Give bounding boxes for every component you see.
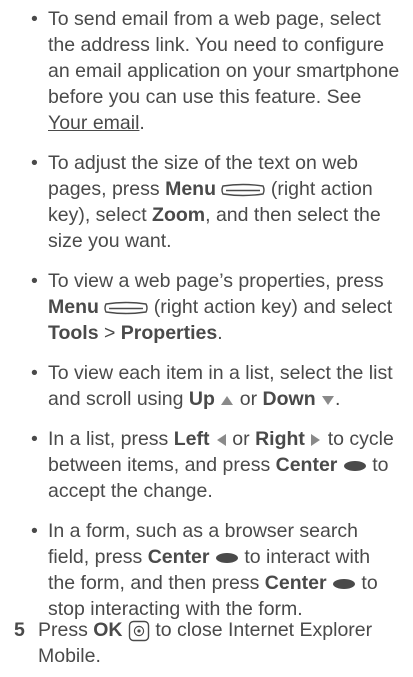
triangle-up-icon [221,395,234,405]
center-key-label: Center [275,454,338,476]
zoom-label: Zoom [152,204,206,226]
step-number: 5 [14,619,25,641]
center-key-label: Center [147,546,210,568]
properties-label: Properties [120,322,218,344]
triangle-right-icon [311,433,321,446]
triangle-left-icon [216,433,226,446]
tools-label: Tools [48,322,99,344]
tip-scroll-list: To view each item in a list, select the … [31,360,400,412]
menu-key-label: Menu [165,178,216,200]
left-key-label: Left [173,428,210,450]
up-key-label: Up [188,388,215,410]
tip-interact-form: In a form, such as a browser search fiel… [31,518,400,622]
right-action-key-icon [221,183,266,197]
right-action-key-icon [104,301,149,315]
triangle-down-icon [322,395,335,405]
center-key-label: Center [264,572,327,594]
tip-view-properties: To view a web page’s properties, press M… [31,268,400,346]
tips-list: To send email from a web page, select th… [0,0,413,622]
ok-key-icon [128,620,150,642]
tip-cycle-items: In a list, press Left or Right to cycle … [31,426,400,504]
step-5: 5 Press OK to close Internet Explorer Mo… [0,617,400,669]
down-key-label: Down [262,388,316,410]
tip-adjust-text-size: To adjust the size of the text on web pa… [31,150,400,254]
tip-send-email: To send email from a web page, select th… [31,6,400,136]
ok-key-label: OK [93,619,123,641]
center-key-icon [343,460,366,471]
right-key-label: Right [255,428,305,450]
center-key-icon [333,578,355,589]
your-email-link[interactable]: Your email [48,112,139,134]
center-key-icon [215,552,238,563]
step-5-text: Press OK to close Internet Explorer Mobi… [38,619,373,667]
menu-key-label: Menu [48,296,99,318]
manual-page: To send email from a web page, select th… [0,0,413,677]
